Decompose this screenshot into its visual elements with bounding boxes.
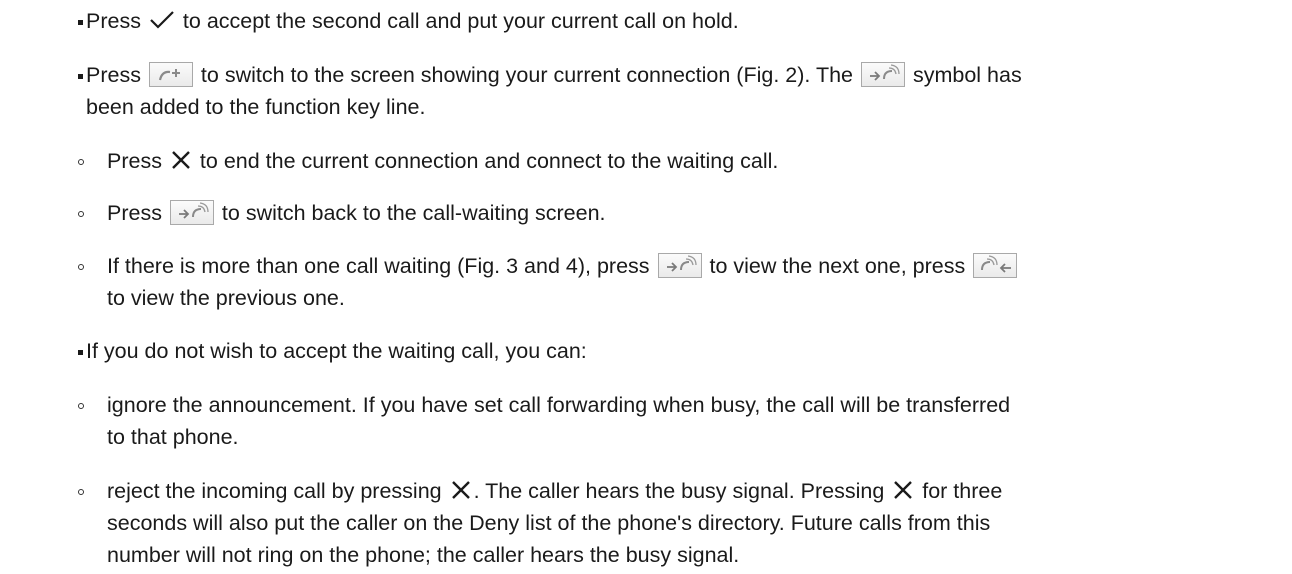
checkmark-icon (150, 11, 174, 29)
circle-bullet (78, 264, 84, 270)
list-item-ignore: ignore the announcement. If you have set… (78, 389, 1010, 421)
back-waiting-call-icon (973, 253, 1018, 278)
forward-waiting-call-icon (169, 200, 214, 225)
forward-waiting-call-icon (860, 62, 905, 87)
circle-bullet (78, 211, 84, 217)
instruction-list: Press to accept the second call and put … (0, 0, 1292, 574)
list-item-accept: Press to accept the second call and put … (78, 5, 739, 37)
list-item-switch-screen: Press to switch to the screen showing yo… (78, 59, 1022, 91)
list-item-reject-cont-1: seconds will also put the caller on the … (107, 511, 991, 535)
x-icon (172, 151, 190, 169)
circle-bullet (78, 159, 84, 165)
square-bullet (78, 20, 83, 25)
x-icon (451, 481, 470, 499)
square-bullet (78, 74, 83, 79)
handset-back-arrow-icon (148, 62, 193, 87)
x-icon (894, 481, 913, 499)
list-item-reject-cont-2: number will not ring on the phone; the c… (107, 543, 740, 567)
list-item-more-waiting: If there is more than one call waiting (… (78, 250, 1019, 282)
square-bullet (78, 350, 83, 355)
list-item-end-current: Press to end the current connection and … (78, 145, 778, 177)
circle-bullet (78, 403, 84, 409)
list-item-switch-back: Press to switch back to the call-waiting… (78, 197, 606, 229)
list-item-more-waiting-cont: to view the previous one. (107, 286, 345, 310)
list-item-switch-screen-cont: been added to the function key line. (86, 95, 426, 119)
forward-waiting-call-icon (657, 253, 702, 278)
list-item-ignore-cont: to that phone. (107, 425, 239, 449)
list-item-reject: reject the incoming call by pressing . T… (78, 475, 1002, 507)
list-item-decline-intro: If you do not wish to accept the waiting… (78, 335, 587, 367)
circle-bullet (78, 489, 84, 495)
